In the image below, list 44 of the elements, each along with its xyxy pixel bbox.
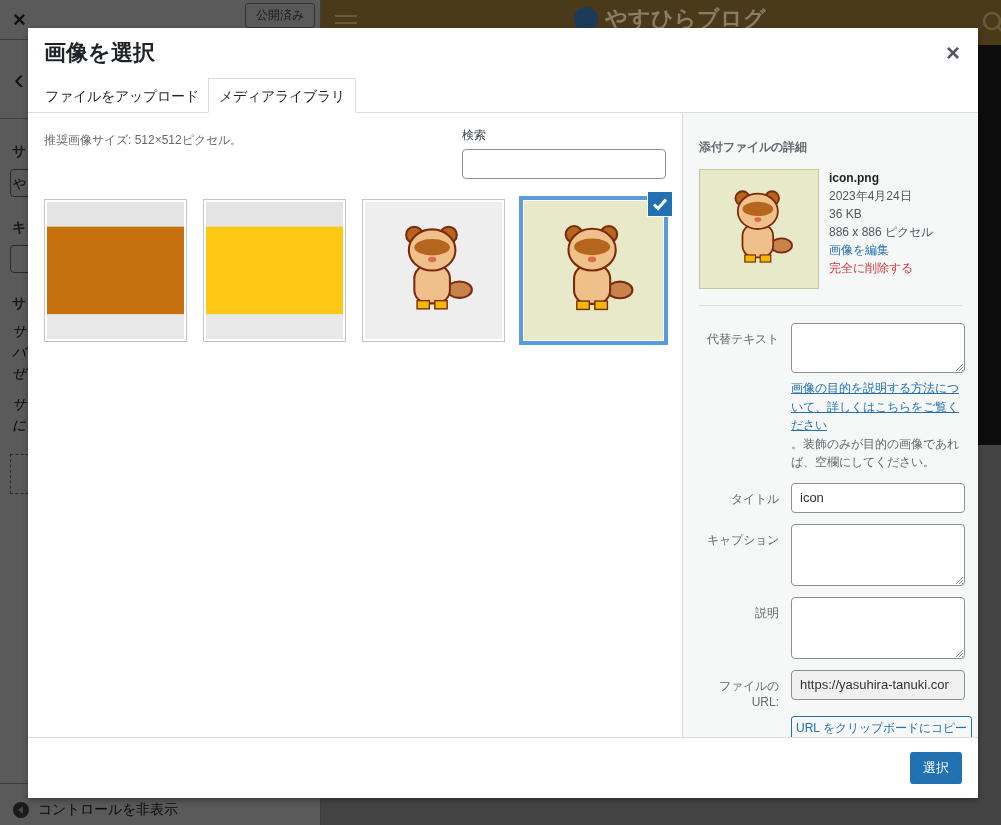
tab[interactable]: ファイルをアップロード xyxy=(36,78,208,113)
collapse-icon[interactable] xyxy=(12,801,30,819)
section-heading: キ xyxy=(12,219,26,237)
title-field[interactable]: icon xyxy=(791,482,965,513)
modal-title: 画像を選択 xyxy=(44,38,155,67)
edit-image-link[interactable]: 画像を編集 xyxy=(829,241,934,259)
description-text: サ xyxy=(12,395,26,414)
section-heading: サ xyxy=(12,295,26,313)
delete-link[interactable]: 完全に削除する xyxy=(829,259,934,277)
resize-handle-icon[interactable] xyxy=(955,648,963,657)
section-heading: サ xyxy=(12,143,26,161)
help-link[interactable]: 画像の目的を説明する方法について、詳しくはこちらをご覧ください xyxy=(791,379,965,435)
field-label: 説明 xyxy=(754,604,779,622)
hide-controls-link[interactable]: コントロールを非表示 xyxy=(38,801,178,819)
description-text: ぜ xyxy=(12,364,26,383)
resize-handle-icon[interactable] xyxy=(955,363,963,371)
section-heading: 添付ファイルの詳細 xyxy=(699,139,808,156)
image-dimensions: 886 x 886 ピクセル xyxy=(829,224,934,241)
description-text: に xyxy=(12,416,26,435)
description-text: バ xyxy=(12,343,26,362)
back-icon[interactable]: ‹ xyxy=(14,62,24,96)
description-text: サ xyxy=(12,322,26,341)
field-label: ファイルの URL: xyxy=(718,677,779,710)
search-label: 検索 xyxy=(462,127,487,144)
search-field[interactable] xyxy=(462,149,666,179)
tab[interactable]: メディアライブラリ xyxy=(208,78,356,113)
text-area[interactable] xyxy=(791,523,965,586)
text-area[interactable] xyxy=(791,323,965,373)
file-name: icon.png xyxy=(829,170,880,187)
close-icon[interactable]: × xyxy=(13,9,26,31)
field-label: 代替テキスト xyxy=(706,331,779,348)
help-text: 画像の目的を説明する方法について、詳しくはこちらをご覧ください 。装飾のみが目的の画像であれば、空欄にしてください。 xyxy=(791,379,965,472)
check-icon[interactable] xyxy=(647,191,673,217)
file-size: 36 KB xyxy=(829,206,863,223)
select-button[interactable]: 選択 xyxy=(910,752,962,784)
close-icon[interactable]: × xyxy=(946,40,960,65)
field-label: キャプション xyxy=(706,531,779,549)
size-hint: 推奨画像サイズ: 512×512ピクセル。 xyxy=(44,132,242,149)
upload-date: 2023年4月24日 xyxy=(829,188,913,205)
resize-handle-icon[interactable] xyxy=(955,575,963,584)
field-label: タイトル xyxy=(730,490,779,508)
text-area[interactable] xyxy=(791,596,965,659)
url-field[interactable]: https://yasuhira-tanuki.cor xyxy=(791,669,965,700)
copy-url-button[interactable]: URL をクリップボードにコピー xyxy=(791,715,972,737)
